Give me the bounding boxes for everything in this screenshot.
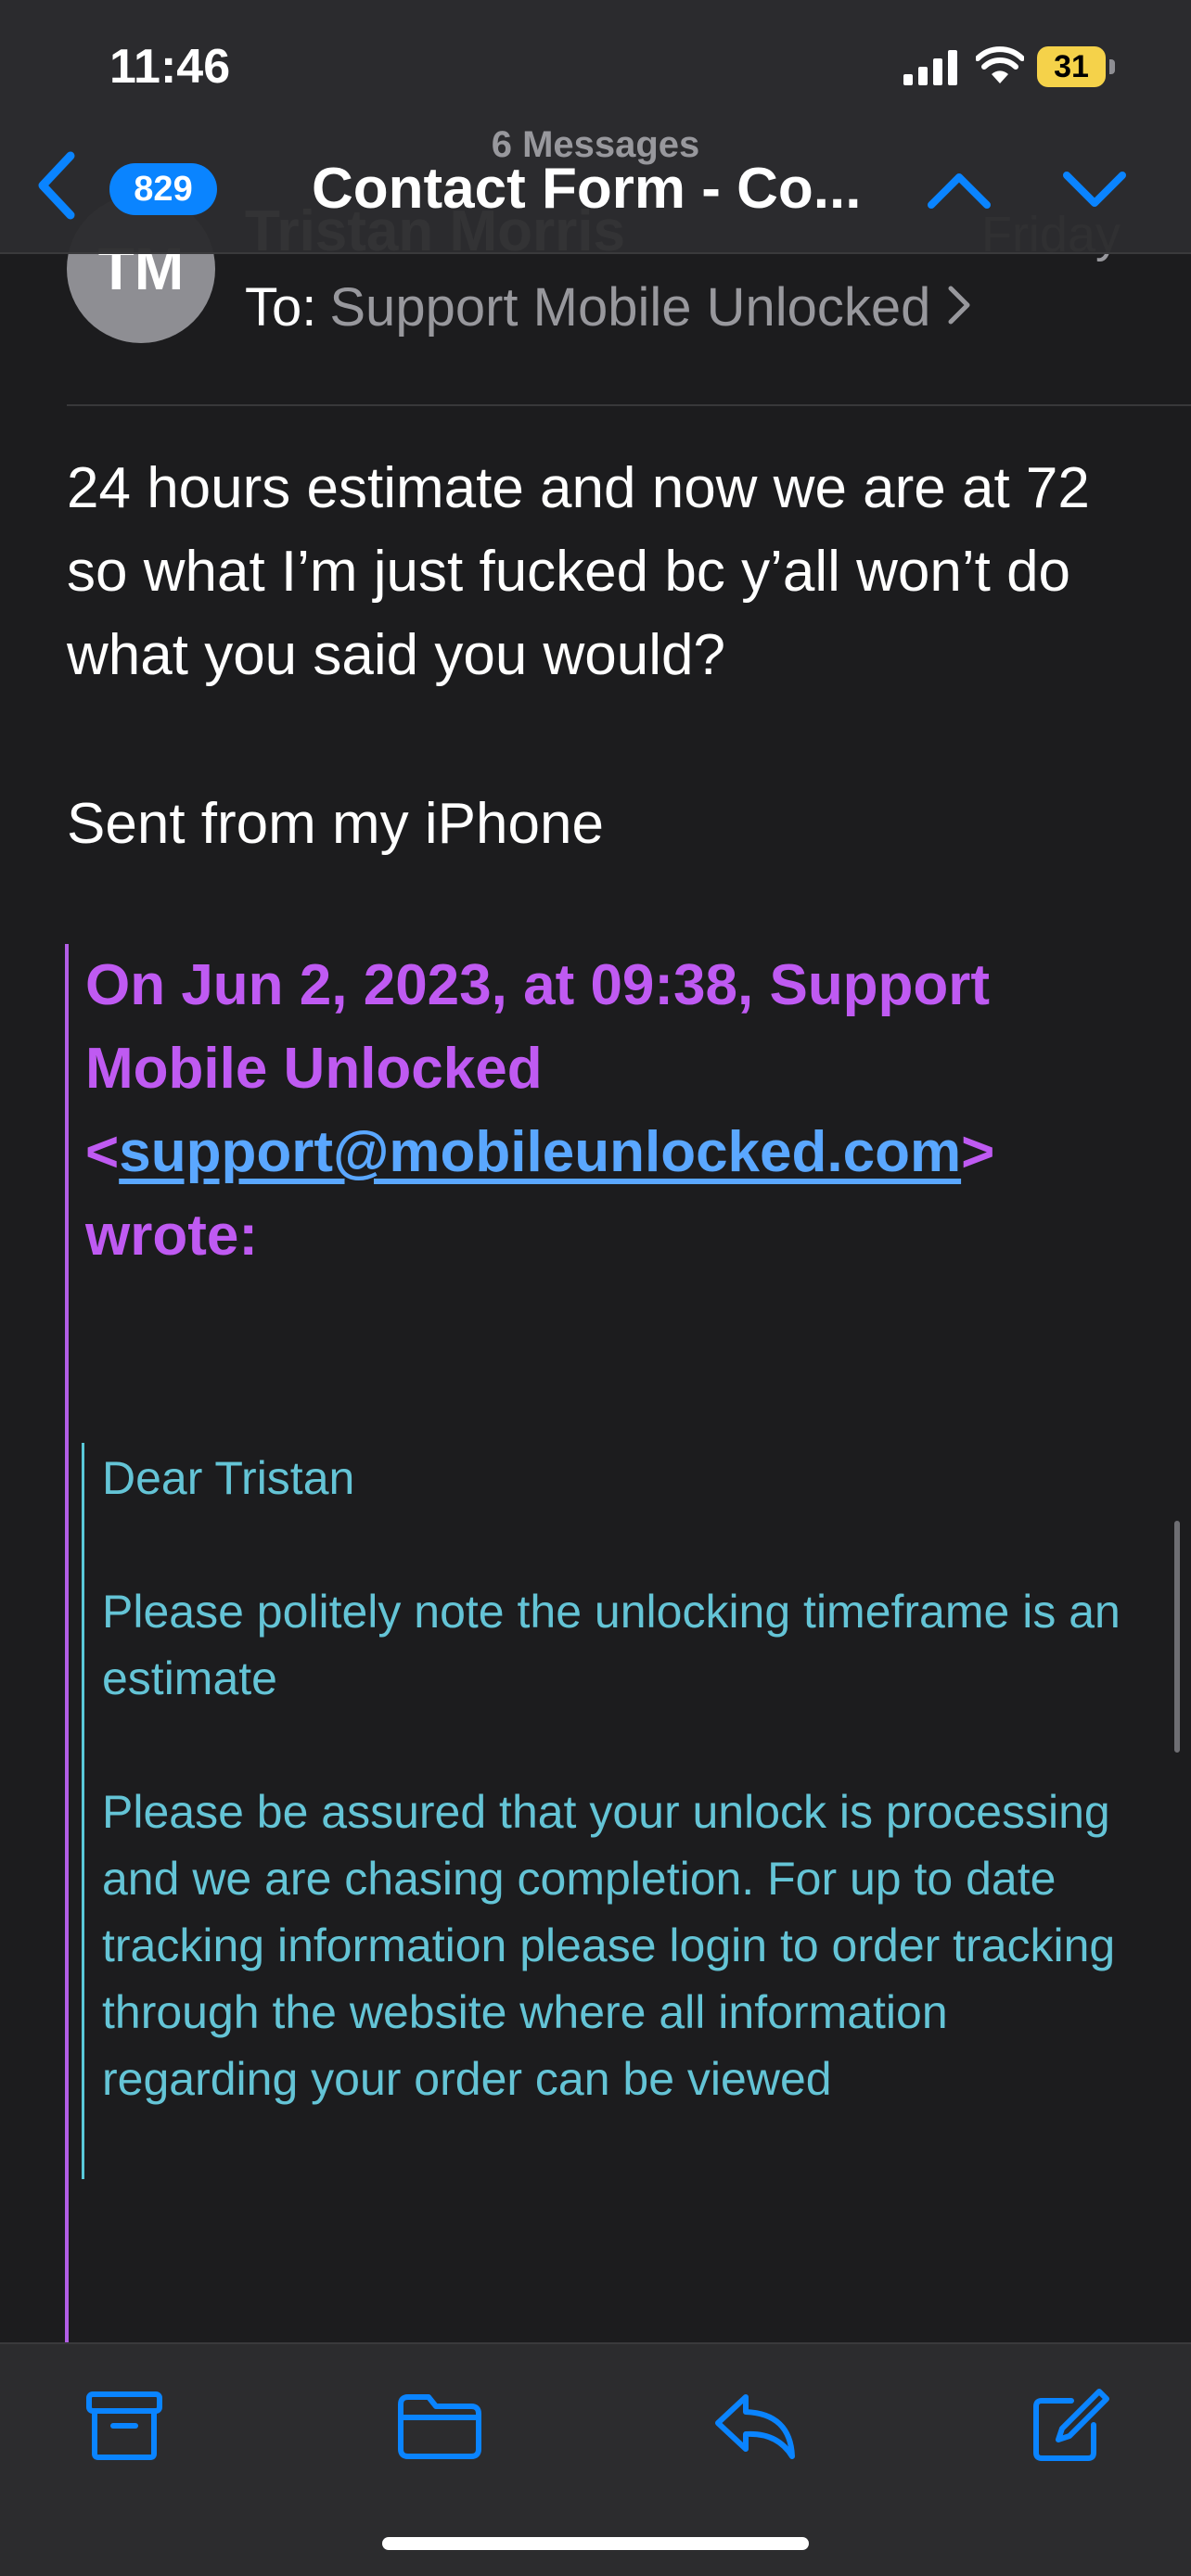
header-divider <box>67 404 1191 406</box>
quote-spacer <box>102 1511 1141 1578</box>
cellular-signal-icon <box>903 50 959 85</box>
next-message-button[interactable] <box>1057 159 1132 224</box>
message-signature: Sent from my iPhone <box>67 792 604 856</box>
recipient-name[interactable]: Support Mobile Unlocked <box>329 276 930 338</box>
home-indicator[interactable] <box>382 2537 809 2550</box>
compose-icon <box>1031 2388 1110 2468</box>
battery-level: 31 <box>1037 46 1106 87</box>
message-body: 24 hours estimate and now we are at 72 s… <box>67 456 1107 687</box>
quote-spacer <box>102 1712 1141 1779</box>
quote-bar <box>65 944 69 2342</box>
battery-icon: 31 <box>1037 46 1115 87</box>
scrollbar[interactable] <box>1174 1521 1180 1753</box>
chevron-up-icon <box>926 170 992 215</box>
quote-paragraph-1: Please politely note the unlocking timef… <box>102 1586 1121 1704</box>
archive-button[interactable] <box>78 2381 171 2474</box>
quote-email-link[interactable]: support@mobileunlocked.com <box>119 1120 961 1184</box>
folder-icon <box>397 2391 482 2465</box>
battery-cap <box>1109 59 1115 74</box>
reply-icon <box>712 2391 798 2465</box>
move-to-folder-button[interactable] <box>393 2381 486 2474</box>
previous-message-button[interactable] <box>922 159 996 224</box>
chevron-right-icon <box>947 276 971 338</box>
to-label: To: <box>245 277 317 338</box>
compose-button[interactable] <box>1024 2381 1117 2474</box>
message-content[interactable]: TM Tristan Morris Friday To: Support Mob… <box>0 0 1191 2342</box>
status-time: 11:46 <box>109 40 231 94</box>
mail-screen: TM Tristan Morris Friday To: Support Mob… <box>0 0 1191 2576</box>
wifi-icon <box>975 46 1025 85</box>
chevron-down-icon <box>1061 170 1128 215</box>
inner-quote-bar <box>82 1443 84 2179</box>
archive-icon <box>85 2391 163 2466</box>
quote-header: On Jun 2, 2023, at 09:38, Support Mobile… <box>85 944 1133 1278</box>
quote-greeting: Dear Tristan <box>102 1452 355 1504</box>
unread-count-badge[interactable]: 829 <box>109 163 217 215</box>
reply-button[interactable] <box>709 2381 801 2474</box>
inner-quote: Dear Tristan Please politely note the un… <box>102 1445 1141 2112</box>
quote-paragraph-2: Please be assured that your unlock is pr… <box>102 1786 1116 2105</box>
thread-title: Contact Form - Co... <box>312 157 862 221</box>
recipient-row[interactable]: To: Support Mobile Unlocked <box>245 276 971 338</box>
navigation-bar: 11:46 31 829 6 Messages Contact Form - C… <box>0 0 1191 254</box>
